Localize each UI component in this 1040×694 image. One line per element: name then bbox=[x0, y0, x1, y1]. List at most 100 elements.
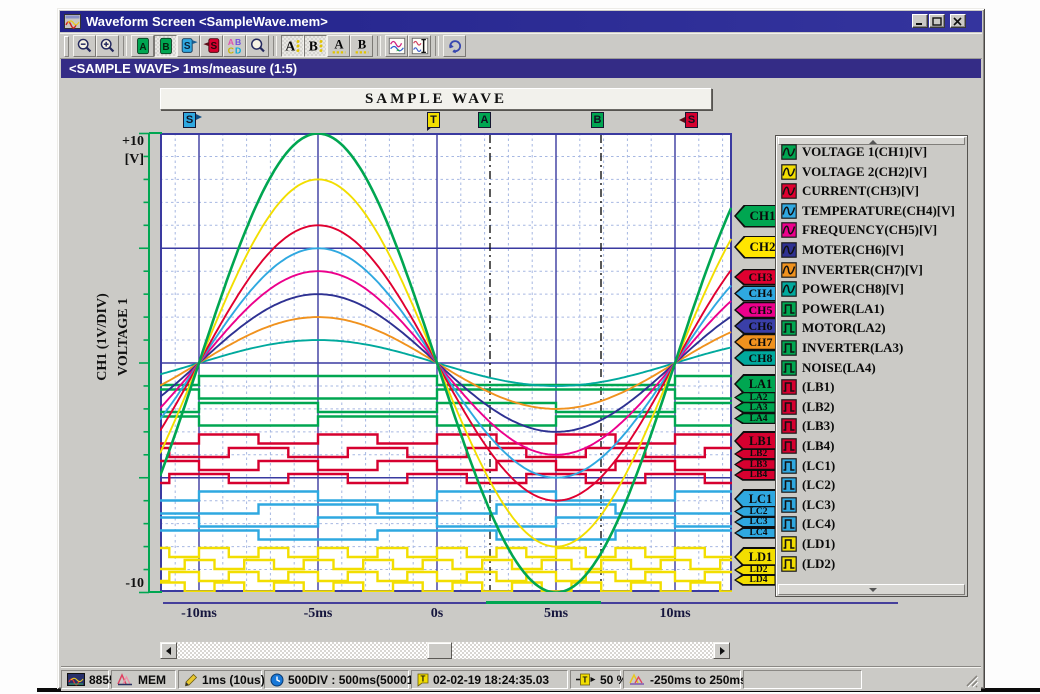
search-back-button[interactable]: S bbox=[200, 35, 223, 57]
flag-label: CH5 bbox=[742, 303, 773, 318]
status-panel-1ms-10us: 1ms (10us) bbox=[178, 670, 262, 689]
channel-flag-ld4[interactable]: LD4 bbox=[734, 574, 776, 586]
ab-cd-compare-button[interactable]: ABCD bbox=[223, 35, 246, 57]
channel-flag-la4[interactable]: LA4 bbox=[734, 413, 776, 425]
legend-item-10[interactable]: MOTOR(LA2) bbox=[781, 319, 886, 337]
channel-flag-la2[interactable]: LA2 bbox=[734, 392, 776, 404]
legend-item-3[interactable]: CURRENT(CH3)[V] bbox=[781, 182, 919, 200]
mem-icon bbox=[117, 673, 134, 686]
channel-flag-la1[interactable]: LA1 bbox=[734, 374, 780, 394]
channel-flag-ch8[interactable]: CH8 bbox=[734, 350, 780, 367]
legend-item-4[interactable]: TEMPERATURE(CH4)[V] bbox=[781, 202, 955, 220]
channel-flag-lc3[interactable]: LC3 bbox=[734, 516, 776, 528]
marker-t-1[interactable]: T bbox=[427, 112, 440, 128]
legend-item-21[interactable]: (LD1) bbox=[781, 535, 835, 553]
scroll-right-button[interactable] bbox=[713, 642, 730, 659]
refresh-button[interactable] bbox=[443, 35, 466, 57]
status-panel-02-02-19-18-24-35-03: T02-02-19 18:24:35.03 bbox=[411, 670, 568, 689]
status-panel-500div-500ms-50001: 500DIV : 500ms(50001) bbox=[264, 670, 409, 689]
window-title: Waveform Screen <SampleWave.mem> bbox=[86, 14, 328, 29]
x-tick-5ms: -5ms bbox=[283, 606, 353, 622]
search-button[interactable] bbox=[246, 35, 269, 57]
flag-label: CH2 bbox=[743, 239, 776, 255]
search-forward-button[interactable]: S bbox=[177, 35, 200, 57]
legend-item-8[interactable]: POWER(CH8)[V] bbox=[781, 280, 904, 298]
pulse-wave-icon bbox=[781, 497, 797, 513]
cursor-a-values-button[interactable]: A bbox=[281, 35, 304, 57]
zoom-in-button[interactable] bbox=[96, 35, 119, 57]
sine-wave-icon bbox=[781, 144, 797, 160]
svg-text:C: C bbox=[227, 45, 233, 55]
horizontal-scrollbar[interactable] bbox=[160, 642, 730, 659]
x-tick-5ms: 5ms bbox=[521, 606, 591, 622]
svg-text:A: A bbox=[285, 39, 295, 54]
maximize-button[interactable] bbox=[929, 14, 945, 28]
cursor-b-values-button[interactable]: B bbox=[304, 35, 327, 57]
channel-flag-ch4[interactable]: CH4 bbox=[734, 285, 780, 302]
channel-flag-ch6[interactable]: CH6 bbox=[734, 318, 780, 335]
scrollbar-thumb[interactable] bbox=[427, 642, 452, 659]
legend-item-14[interactable]: (LB2) bbox=[781, 398, 835, 416]
channel-flag-ch3[interactable]: CH3 bbox=[734, 269, 780, 286]
marker-s-4[interactable]: S bbox=[685, 112, 698, 128]
legend-item-15[interactable]: (LB3) bbox=[781, 417, 835, 435]
channel-flag-ch5[interactable]: CH5 bbox=[734, 302, 780, 319]
trigger-flag-icon: T bbox=[417, 673, 429, 687]
legend-scroll-down[interactable] bbox=[778, 584, 965, 595]
channel-flag-lc4[interactable]: LC4 bbox=[734, 527, 776, 539]
legend-item-16[interactable]: (LB4) bbox=[781, 437, 835, 455]
marker-a-2[interactable]: A bbox=[478, 112, 491, 128]
legend-item-2[interactable]: VOLTAGE 2(CH2)[V] bbox=[781, 163, 927, 181]
cursor-a-button[interactable]: A bbox=[327, 35, 350, 57]
legend-item-13[interactable]: (LB1) bbox=[781, 378, 835, 396]
toolbar-handle[interactable] bbox=[64, 36, 69, 57]
wave-split-button[interactable] bbox=[408, 35, 431, 57]
legend-item-11[interactable]: INVERTER(LA3) bbox=[781, 339, 903, 357]
legend-item-19[interactable]: (LC3) bbox=[781, 496, 835, 514]
legend-item-5[interactable]: FREQUENCY(CH5)[V] bbox=[781, 221, 937, 239]
minimize-button[interactable] bbox=[912, 14, 928, 28]
app-icon bbox=[64, 14, 81, 29]
legend-item-20[interactable]: (LC4) bbox=[781, 515, 835, 533]
channel-flag-lc2[interactable]: LC2 bbox=[734, 506, 776, 518]
channel-flag-lb3[interactable]: LB3 bbox=[734, 459, 776, 471]
status-text: 500DIV : 500ms(50001) bbox=[288, 673, 417, 687]
channel-flag-lb1[interactable]: LB1 bbox=[734, 431, 780, 451]
legend-item-22[interactable]: (LD2) bbox=[781, 555, 835, 573]
legend-item-6[interactable]: MOTER(CH6)[V] bbox=[781, 241, 904, 259]
channel-flag-lb4[interactable]: LB4 bbox=[734, 469, 776, 481]
legend-label: VOLTAGE 2(CH2)[V] bbox=[802, 164, 927, 180]
channel-flag-lb2[interactable]: LB2 bbox=[734, 448, 776, 460]
legend-item-12[interactable]: NOISE(LA4) bbox=[781, 359, 876, 377]
marker-b-3[interactable]: B bbox=[591, 112, 604, 128]
legend-item-17[interactable]: (LC1) bbox=[781, 457, 835, 475]
channel-flag-la3[interactable]: LA3 bbox=[734, 402, 776, 414]
legend-item-18[interactable]: (LC2) bbox=[781, 476, 835, 494]
legend-item-1[interactable]: VOLTAGE 1(CH1)[V] bbox=[781, 143, 927, 161]
arrow-right-icon bbox=[196, 114, 202, 120]
title-bar[interactable]: Waveform Screen <SampleWave.mem> bbox=[60, 11, 982, 32]
channel-flag-ld1[interactable]: LD1 bbox=[734, 547, 780, 567]
resize-grip[interactable] bbox=[962, 672, 979, 688]
wave-overlay-button[interactable] bbox=[385, 35, 408, 57]
channel-b-button[interactable]: B bbox=[154, 35, 177, 57]
flag-label: LB1 bbox=[742, 434, 772, 449]
waveform-plot[interactable] bbox=[160, 133, 732, 592]
status-panel-empty bbox=[743, 670, 862, 689]
channel-a-button[interactable]: A bbox=[131, 35, 154, 57]
channel-flag-ch7[interactable]: CH7 bbox=[734, 334, 780, 351]
condition-bar: <SAMPLE WAVE> 1ms/measure (1:5) bbox=[61, 59, 981, 78]
chart-title-box: SAMPLE WAVE bbox=[160, 88, 712, 110]
scroll-left-button[interactable] bbox=[160, 642, 177, 659]
pulse-wave-icon bbox=[781, 418, 797, 434]
x-tick-10ms: -10ms bbox=[164, 606, 234, 622]
legend-item-9[interactable]: POWER(LA1) bbox=[781, 300, 884, 318]
close-button[interactable] bbox=[950, 14, 966, 28]
channel-flag-ld2[interactable]: LD2 bbox=[734, 564, 776, 576]
zoom-out-button[interactable] bbox=[73, 35, 96, 57]
marker-s-0[interactable]: S bbox=[183, 112, 196, 128]
y-axis-unit-label: [V] bbox=[100, 152, 144, 168]
legend-item-7[interactable]: INVERTER(CH7)[V] bbox=[781, 261, 923, 279]
legend-label: MOTOR(LA2) bbox=[802, 320, 886, 336]
cursor-b-button[interactable]: B bbox=[350, 35, 373, 57]
